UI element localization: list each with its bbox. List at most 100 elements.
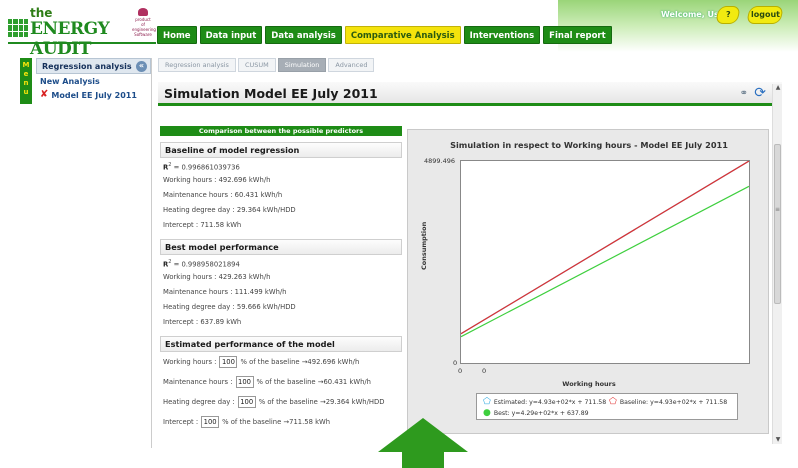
up-arrow-icon: [378, 418, 468, 468]
nav-data-input[interactable]: Data input: [199, 26, 263, 44]
subtabs: Regression analysis CUSUM Simulation Adv…: [158, 58, 375, 73]
estimated-row-working-hours: Working hours : 100 % of the baseline →4…: [160, 352, 402, 372]
logout-button[interactable]: logout: [746, 6, 784, 24]
working-hours-percent-input[interactable]: 100: [219, 356, 238, 368]
intercept-percent-input[interactable]: 100: [201, 416, 220, 428]
panel-header: Simulation Model EE July 2011 ⚭ ⟳: [158, 82, 782, 106]
tab-advanced[interactable]: Advanced: [328, 58, 375, 72]
logout-label: logout: [750, 10, 780, 19]
best-section-title: Best model performance: [160, 239, 402, 255]
menu-tab-letter: n: [23, 79, 29, 87]
best-line: Heating degree day : 59.666 kWh/HDD: [163, 303, 296, 311]
sidebar-item-label: Model EE July 2011: [51, 90, 137, 100]
logo-underline: [8, 42, 156, 44]
baseline-line: Heating degree day : 29.364 kWh/HDD: [163, 206, 296, 214]
nav-interventions[interactable]: Interventions: [463, 26, 541, 44]
legend-label: Estimated: y=4.93e+02*x + 711.58: [493, 398, 607, 406]
r2-value: = 0.996861039736: [171, 163, 240, 172]
collapse-icon[interactable]: «: [136, 61, 147, 72]
baseline-line: Intercept : 711.58 kWh: [163, 221, 242, 229]
nav-final-report[interactable]: Final report: [543, 26, 612, 44]
scroll-thumb[interactable]: [774, 144, 781, 304]
row-result: % of the baseline →492.696 kWh/h: [240, 358, 360, 366]
y-tick-label: 0: [453, 359, 458, 367]
help-label: ?: [725, 10, 731, 19]
y-tick-label: 4899.496: [424, 157, 456, 165]
new-analysis-link[interactable]: New Analysis: [36, 74, 151, 89]
estimated-row-intercept: Intercept : 100 % of the baseline →711.5…: [160, 412, 402, 432]
baseline-line: Working hours : 492.696 kWh/h: [163, 176, 271, 184]
baseline-r2: R2 = 0.996861039736: [160, 158, 402, 173]
partner-mark-icon: [138, 8, 148, 16]
circle-marker-icon: ●: [483, 408, 491, 418]
page-title: Simulation Model EE July 2011: [164, 86, 378, 101]
nav-data-analysis[interactable]: Data analysis: [265, 26, 342, 44]
row-result: % of the baseline →711.58 kWh: [222, 418, 331, 426]
legend-label: Baseline: y=4.93e+02*x + 711.58: [619, 398, 728, 406]
refresh-icon[interactable]: ⟳: [754, 85, 766, 101]
estimated-row-maintenance-hours: Maintenance hours : 100 % of the baselin…: [160, 372, 402, 392]
scroll-down-icon[interactable]: ▼: [774, 436, 782, 444]
tab-regression-analysis[interactable]: Regression analysis: [158, 58, 236, 72]
best-r2: R2 = 0.998958021894: [160, 255, 402, 270]
menu-tab-letter: M: [22, 61, 30, 69]
tab-simulation[interactable]: Simulation: [277, 58, 327, 72]
baseline-line: Maintenance hours : 60.431 kWh/h: [163, 191, 283, 199]
maintenance-hours-percent-input[interactable]: 100: [235, 376, 254, 388]
estimated-row-heating-degree-day: Heating degree day : 100 % of the baseli…: [160, 392, 402, 412]
delete-icon[interactable]: ✘: [40, 90, 48, 100]
series-line-best: [460, 185, 750, 338]
tab-cusum[interactable]: CUSUM: [237, 58, 276, 72]
comparison-band: Comparison between the possible predicto…: [160, 126, 402, 136]
heating-degree-day-percent-input[interactable]: 100: [237, 396, 256, 408]
top-header: the ENERGY AUDIT product of engineering …: [0, 0, 798, 59]
menu-tab-label: Menu: [20, 61, 32, 97]
main-content: Regression analysis CUSUM Simulation Adv…: [156, 56, 782, 446]
baseline-section-title: Baseline of model regression: [160, 142, 402, 158]
menu-toggle-tab[interactable]: Menu: [20, 58, 32, 104]
chart-legend: ⬠ Estimated: y=4.93e+02*x + 711.58 ⬠ Bas…: [476, 393, 738, 420]
vertical-scrollbar[interactable]: ▲ ≡ ▼: [772, 84, 782, 444]
plot-svg: [460, 160, 750, 338]
legend-item-baseline[interactable]: ⬠ Baseline: y=4.93e+02*x + 711.58: [609, 397, 728, 407]
scroll-grip-icon: ≡: [775, 206, 781, 213]
partner-logo: product of engineering Software: [132, 8, 156, 37]
pentagon-marker-icon: ⬠: [609, 397, 617, 407]
sidebar-title: Regression analysis: [42, 62, 132, 71]
simulation-chart: Simulation in respect to Working hours -…: [407, 129, 769, 434]
predictor-comparison: Comparison between the possible predicto…: [160, 126, 402, 432]
link-icon[interactable]: ⚭: [740, 88, 748, 99]
plot-area: [460, 160, 750, 364]
legend-item-estimated[interactable]: ⬠ Estimated: y=4.93e+02*x + 711.58: [483, 397, 607, 407]
chart-title: Simulation in respect to Working hours -…: [450, 140, 728, 150]
legend-item-best[interactable]: ● Best: y=4.29e+02*x + 637.89: [483, 408, 589, 418]
row-label: Heating degree day :: [163, 398, 235, 406]
row-label: Intercept :: [163, 418, 199, 426]
row-label: Working hours :: [163, 358, 217, 366]
x-axis-label: Working hours: [562, 380, 616, 388]
partner-text: Software: [134, 32, 152, 37]
sidebar-item-model[interactable]: ✘ Model EE July 2011: [36, 89, 151, 101]
menu-tab-letter: u: [23, 88, 29, 96]
best-line: Working hours : 429.263 kWh/h: [163, 273, 271, 281]
x-tick-label: 0: [482, 367, 487, 375]
nav-home[interactable]: Home: [157, 26, 197, 44]
pentagon-marker-icon: ⬠: [483, 397, 491, 407]
grid-logo-icon: [8, 19, 28, 37]
main-nav: Home Data input Data analysis Comparativ…: [157, 26, 612, 46]
logo-small-text: the: [30, 6, 53, 20]
scroll-up-icon[interactable]: ▲: [774, 84, 782, 92]
estimated-section-title: Estimated performance of the model: [160, 336, 402, 352]
y-axis-label: Consumption: [420, 221, 428, 270]
best-line: Intercept : 637.89 kWh: [163, 318, 242, 326]
r2-value: = 0.998958021894: [171, 260, 240, 269]
row-label: Maintenance hours :: [163, 378, 233, 386]
x-tick-label: 0: [458, 367, 463, 375]
series-line-baseline: [460, 160, 750, 335]
best-line: Maintenance hours : 111.499 kWh/h: [163, 288, 287, 296]
sidebar: Regression analysis « New Analysis ✘ Mod…: [36, 58, 152, 448]
sidebar-header: Regression analysis «: [36, 58, 151, 74]
nav-comparative-analysis[interactable]: Comparative Analysis: [344, 26, 461, 44]
menu-tab-letter: e: [23, 70, 29, 78]
legend-label: Best: y=4.29e+02*x + 637.89: [493, 409, 589, 417]
